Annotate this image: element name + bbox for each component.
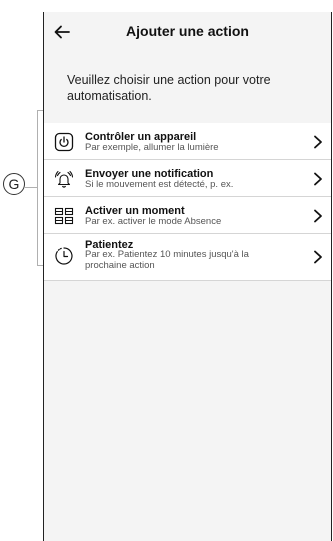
action-item-send-notification[interactable]: Envoyer une notification Si le mouvement… <box>44 160 331 197</box>
header: Ajouter une action <box>44 12 331 52</box>
bell-notification-icon <box>54 170 74 188</box>
power-icon <box>54 132 74 152</box>
chevron-right-icon <box>314 135 322 149</box>
chevron-right-icon <box>314 209 322 223</box>
callout-line <box>24 187 37 189</box>
action-item-control-device[interactable]: Contrôler un appareil Par exemple, allum… <box>44 123 331 160</box>
action-description: Par ex. activer le mode Absence <box>85 216 222 227</box>
chevron-right-icon <box>314 172 322 186</box>
action-item-wait[interactable]: Patientez Par ex. Patientez 10 minutes j… <box>44 234 331 281</box>
action-description: Par exemple, allumer la lumière <box>85 142 219 153</box>
page-title: Ajouter une action <box>126 23 249 39</box>
intro-text: Veuillez choisir une action pour votre a… <box>67 73 271 103</box>
callout-label: G <box>3 173 25 195</box>
action-description: Si le mouvement est détecté, p. ex. <box>85 179 234 190</box>
action-description: Par ex. Patientez 10 minutes jusqu'à la … <box>85 249 249 271</box>
chevron-right-icon <box>314 250 322 264</box>
timer-clock-icon <box>55 247 73 265</box>
phone-screen: Ajouter une action Veuillez choisir une … <box>43 12 332 541</box>
action-item-activate-moment[interactable]: Activer un moment Par ex. activer le mod… <box>44 197 331 234</box>
moment-grid-icon <box>54 207 74 225</box>
action-list: Contrôler un appareil Par exemple, allum… <box>44 123 331 281</box>
